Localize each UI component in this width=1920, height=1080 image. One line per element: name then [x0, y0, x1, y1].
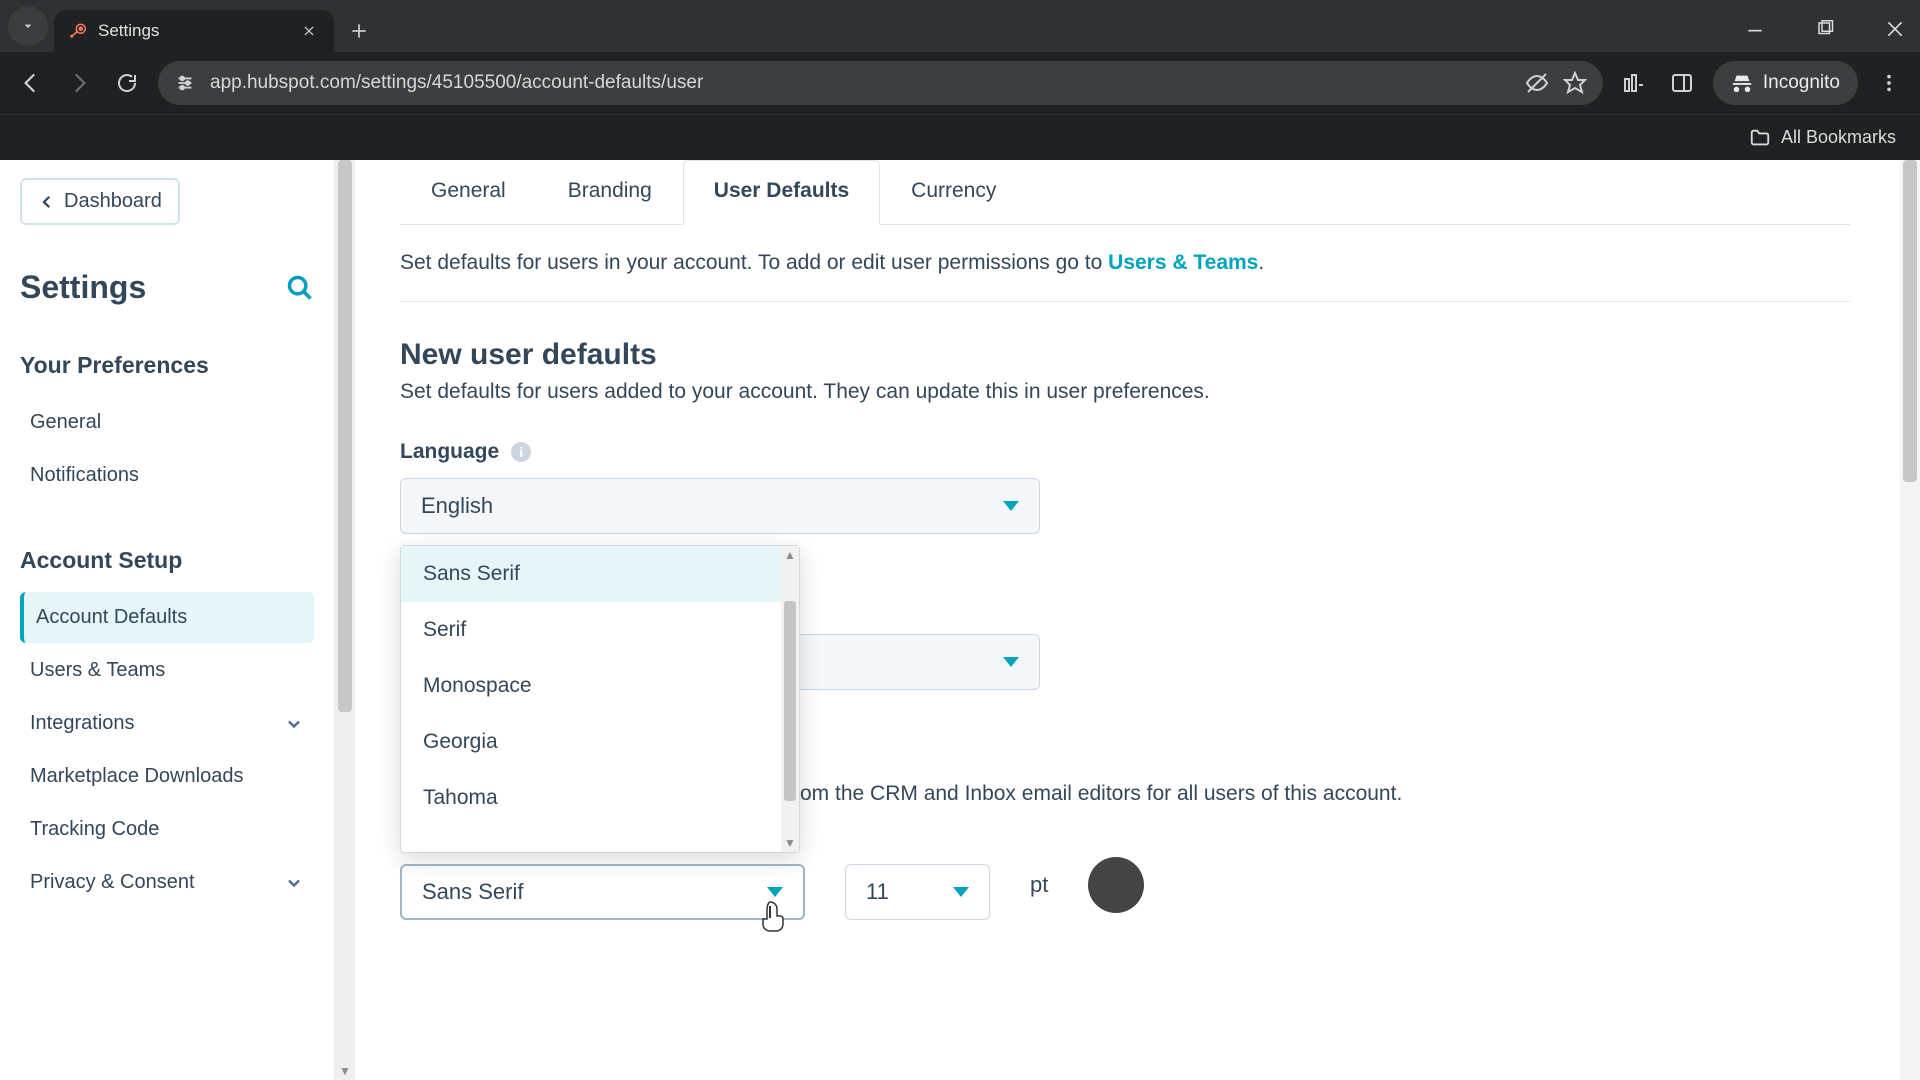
font-family-select[interactable]: Sans Serif: [400, 864, 805, 920]
nav-forward-button[interactable]: [62, 66, 96, 100]
sidebar-item-privacy[interactable]: Privacy & Consent: [20, 857, 314, 908]
browser-chrome: Settings app.hubspot.com/settings/451055…: [0, 0, 1920, 160]
scrollbar-thumb[interactable]: [338, 160, 352, 712]
caret-down-icon: [953, 887, 969, 897]
section-heading: New user defaults: [400, 338, 1850, 372]
users-teams-link[interactable]: Users & Teams: [1108, 251, 1258, 274]
chevron-left-icon: [38, 193, 56, 211]
bookmarks-bar: All Bookmarks: [0, 114, 1920, 160]
side-panel-icon[interactable]: [1665, 66, 1699, 100]
tab-title: Settings: [98, 21, 159, 41]
sidebar-section-preferences: Your Preferences: [20, 352, 314, 379]
back-to-dashboard-button[interactable]: Dashboard: [20, 178, 180, 225]
font-option-georgia[interactable]: Georgia: [401, 714, 799, 770]
sidebar-item-general[interactable]: General: [20, 397, 314, 448]
address-bar-row: app.hubspot.com/settings/45105500/accoun…: [0, 52, 1920, 114]
browser-tab[interactable]: Settings: [54, 10, 334, 52]
settings-sidebar: Dashboard Settings Your Preferences Gene…: [0, 160, 335, 1080]
language-label: Language: [400, 440, 499, 464]
caret-down-icon: [1003, 657, 1019, 667]
settings-search-button[interactable]: [286, 274, 314, 302]
window-minimize-button[interactable]: [1740, 14, 1770, 44]
sidebar-item-account-defaults[interactable]: Account Defaults: [20, 592, 314, 643]
sidebar-scrollbar[interactable]: ▼: [335, 160, 355, 1080]
language-field: Language i English: [400, 440, 1850, 534]
folder-icon: [1749, 127, 1771, 149]
site-settings-icon[interactable]: [174, 72, 196, 94]
new-tab-button[interactable]: [342, 14, 376, 48]
font-unit-label: pt: [1030, 872, 1048, 898]
scrollbar-thumb[interactable]: [1903, 160, 1917, 482]
language-value: English: [421, 493, 493, 519]
tab-intro-text: Set defaults for users in your account. …: [400, 251, 1850, 275]
sidebar-item-tracking[interactable]: Tracking Code: [20, 804, 314, 855]
font-option-tahoma[interactable]: Tahoma: [401, 770, 799, 826]
all-bookmarks-button[interactable]: All Bookmarks: [1749, 127, 1896, 149]
app-page: ▼ Dashboard Settings Your Preferences Ge…: [0, 160, 1920, 1080]
font-option-serif[interactable]: Serif: [401, 602, 799, 658]
email-editor-note-tail: om the CRM and Inbox email editors for a…: [800, 782, 1402, 806]
tab-branding[interactable]: Branding: [537, 160, 683, 224]
scrollbar-down-arrow[interactable]: ▼: [782, 834, 798, 852]
hubspot-favicon: [68, 22, 86, 40]
incognito-icon: [1731, 72, 1753, 94]
tab-search-button[interactable]: [8, 6, 48, 46]
font-color-swatch[interactable]: [1088, 857, 1144, 913]
tab-currency[interactable]: Currency: [880, 160, 1027, 224]
font-option-monospace[interactable]: Monospace: [401, 658, 799, 714]
address-bar[interactable]: app.hubspot.com/settings/45105500/accoun…: [158, 61, 1603, 105]
tab-general[interactable]: General: [400, 160, 537, 224]
font-size-select[interactable]: 11: [845, 864, 990, 920]
tab-user-defaults[interactable]: User Defaults: [683, 160, 880, 225]
dropdown-scrollbar[interactable]: ▲ ▼: [781, 546, 799, 852]
font-family-dropdown: Sans Serif Serif Monospace Georgia Tahom…: [400, 545, 800, 853]
sidebar-item-users-teams[interactable]: Users & Teams: [20, 645, 314, 696]
page-title: Settings: [20, 269, 146, 306]
scrollbar-thumb[interactable]: [784, 601, 796, 801]
info-icon[interactable]: i: [511, 442, 531, 462]
window-close-button[interactable]: [1880, 14, 1910, 44]
caret-down-icon: [767, 887, 783, 897]
incognito-chip[interactable]: Incognito: [1713, 61, 1858, 105]
font-size-value: 11: [866, 879, 889, 905]
tab-close-button[interactable]: [300, 22, 318, 40]
window-maximize-button[interactable]: [1810, 14, 1840, 44]
nav-back-button[interactable]: [14, 66, 48, 100]
page-scrollbar[interactable]: [1900, 160, 1920, 1080]
incognito-label: Incognito: [1763, 72, 1840, 94]
language-select[interactable]: English: [400, 478, 1040, 534]
url-text: app.hubspot.com/settings/45105500/accoun…: [210, 72, 703, 94]
browser-menu-button[interactable]: [1872, 66, 1906, 100]
tab-strip: Settings: [0, 0, 1920, 52]
nav-reload-button[interactable]: [110, 66, 144, 100]
sidebar-item-integrations[interactable]: Integrations: [20, 698, 314, 749]
scrollbar-down-arrow[interactable]: ▼: [339, 1064, 351, 1078]
font-option-trebuchet[interactable]: Trebuchet MS: [401, 826, 799, 852]
chevron-down-icon: [284, 714, 304, 734]
caret-down-icon: [1003, 501, 1019, 511]
settings-tabs: General Branding User Defaults Currency: [400, 160, 1850, 225]
chevron-down-icon: [284, 873, 304, 893]
divider: [400, 301, 1850, 302]
bookmark-star-icon[interactable]: [1563, 71, 1587, 95]
font-option-sans-serif[interactable]: Sans Serif: [401, 546, 799, 602]
scrollbar-up-arrow[interactable]: ▲: [782, 546, 798, 564]
eye-off-icon[interactable]: [1525, 71, 1549, 95]
media-control-icon[interactable]: [1617, 66, 1651, 100]
sidebar-item-marketplace[interactable]: Marketplace Downloads: [20, 751, 314, 802]
section-subtext: Set defaults for users added to your acc…: [400, 380, 1850, 404]
sidebar-item-notifications[interactable]: Notifications: [20, 450, 314, 501]
search-icon: [286, 274, 314, 302]
font-family-value: Sans Serif: [422, 879, 524, 905]
sidebar-section-setup: Account Setup: [20, 547, 314, 574]
window-controls: [1740, 14, 1910, 44]
font-row: Sans Serif 11 pt: [400, 850, 1850, 920]
